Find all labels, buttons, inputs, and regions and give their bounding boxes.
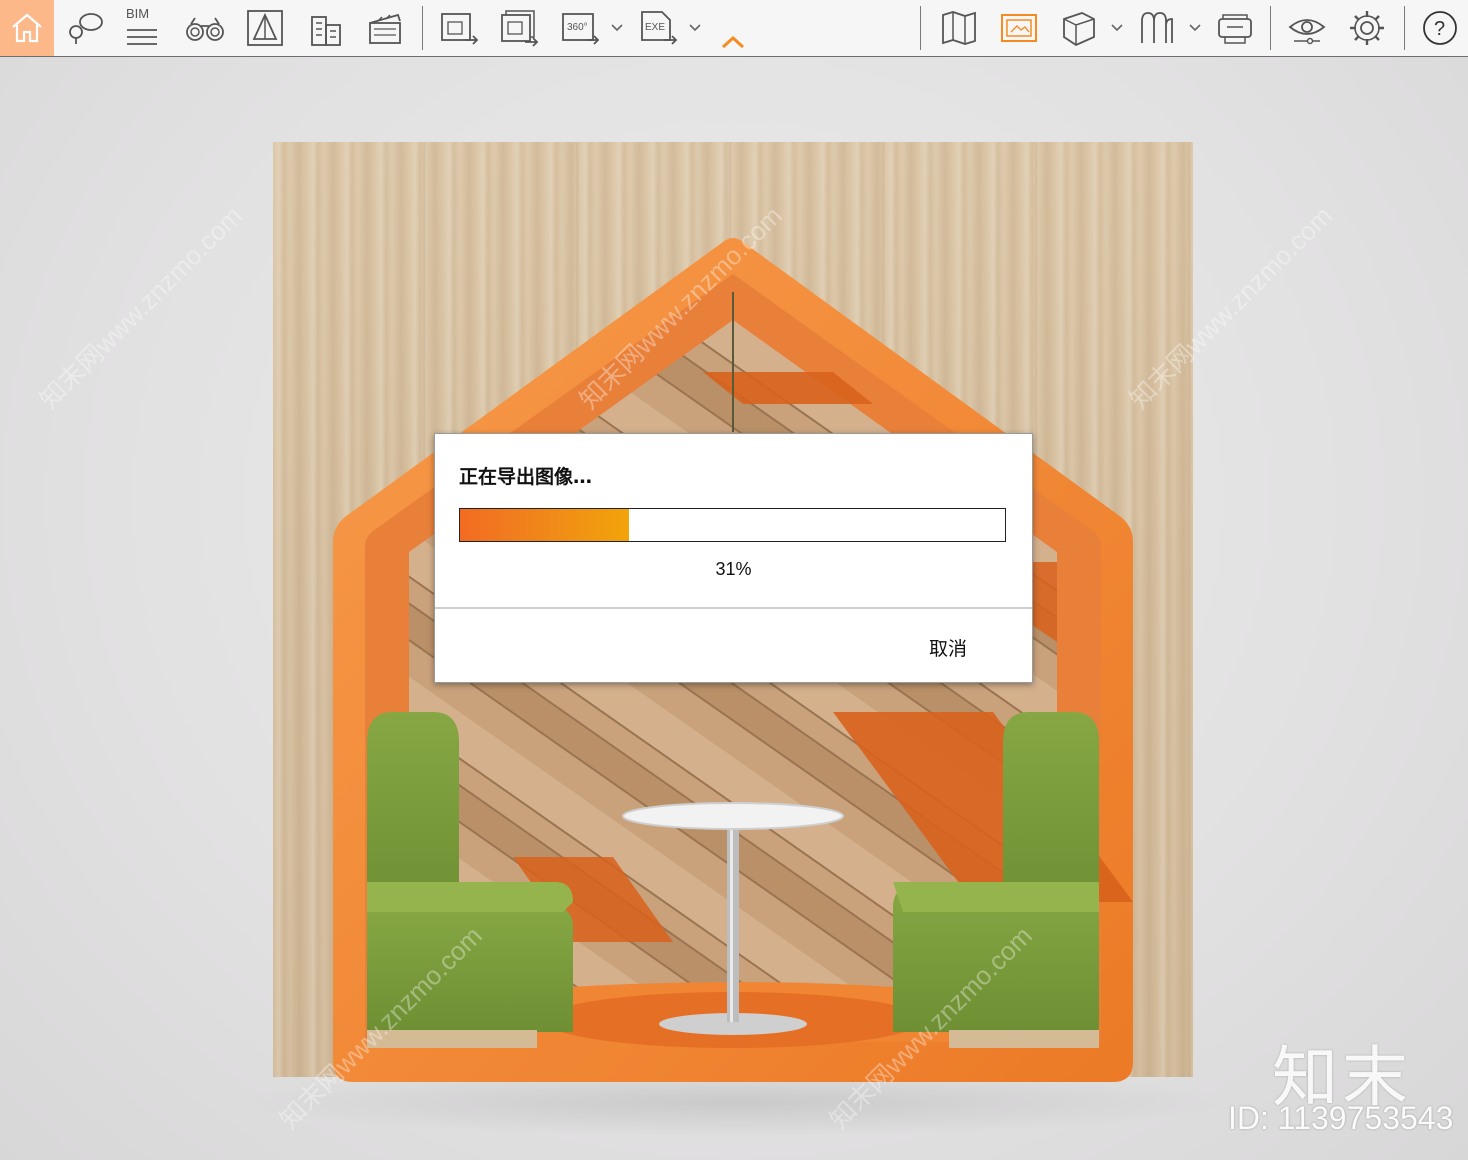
assets-button[interactable]: [1132, 0, 1182, 56]
dialog-title: 正在导出图像…: [459, 466, 593, 488]
chevron-up-icon: [719, 34, 747, 50]
cancel-button[interactable]: 取消: [929, 634, 967, 661]
binoculars-button[interactable]: [180, 0, 230, 56]
export-exe-icon: EXE: [636, 6, 680, 50]
perspective-icon: [244, 7, 286, 49]
settings-button[interactable]: [1342, 0, 1392, 56]
svg-text:EXE: EXE: [645, 22, 665, 33]
gallery-button[interactable]: [994, 0, 1044, 56]
export-image-button[interactable]: [434, 0, 484, 56]
svg-text:360°: 360°: [567, 22, 588, 33]
location-icon: [65, 8, 105, 48]
gear-icon: [1346, 7, 1388, 49]
export-360-icon: 360°: [558, 6, 602, 50]
chevron-down-icon: [1188, 23, 1202, 33]
home-button[interactable]: [0, 0, 54, 56]
buildings-icon: [304, 7, 346, 49]
toolbar-divider: [1270, 6, 1271, 50]
eye-icon: [1286, 7, 1328, 49]
dialog-divider: [435, 607, 1032, 609]
clapper-icon: [364, 7, 406, 49]
top-toolbar: BIM 360° EXE ?: [0, 0, 1468, 57]
progress-bar-fill: [460, 509, 629, 541]
map-button[interactable]: [934, 0, 984, 56]
gallery-icon: [998, 7, 1040, 49]
export-360-dropdown[interactable]: [606, 0, 628, 56]
progress-percent: 31%: [715, 559, 752, 579]
chevron-down-icon: [688, 23, 702, 33]
bim-label: BIM: [126, 6, 150, 21]
visibility-button[interactable]: [1282, 0, 1332, 56]
cube-icon: [1058, 7, 1100, 49]
export-batch-button[interactable]: [494, 0, 544, 56]
export-batch-icon: [497, 6, 541, 50]
export-exe-dropdown[interactable]: [684, 0, 706, 56]
map-icon: [938, 7, 980, 49]
assets-dropdown[interactable]: [1184, 0, 1206, 56]
vr-headset-icon: [1213, 7, 1257, 49]
cube-dropdown[interactable]: [1106, 0, 1128, 56]
clapper-button[interactable]: [360, 0, 410, 56]
export-360-button[interactable]: 360°: [556, 0, 604, 56]
assets-icon: [1136, 7, 1178, 49]
location-button[interactable]: [62, 0, 108, 56]
collapse-toolbar-button[interactable]: [716, 28, 750, 56]
help-icon: ?: [1420, 8, 1460, 48]
home-icon: [9, 10, 45, 46]
binoculars-icon: [183, 8, 227, 48]
export-exe-button[interactable]: EXE: [634, 0, 682, 56]
export-progress-dialog: 正在导出图像… 31% 取消: [434, 433, 1033, 683]
toolbar-divider: [422, 6, 423, 50]
chevron-down-icon: [1110, 23, 1124, 33]
toolbar-divider: [1404, 6, 1405, 50]
buildings-button[interactable]: [300, 0, 350, 56]
watermark-id: ID: 1139753543: [1228, 1100, 1454, 1136]
vr-button[interactable]: [1210, 0, 1260, 56]
export-image-icon: [437, 6, 481, 50]
help-button[interactable]: ?: [1416, 0, 1464, 56]
perspective-button[interactable]: [240, 0, 290, 56]
toolbar-divider: [920, 6, 921, 50]
chevron-down-icon: [610, 23, 624, 33]
progress-bar: [459, 508, 1006, 542]
cube-button[interactable]: [1054, 0, 1104, 56]
svg-text:?: ?: [1434, 18, 1445, 40]
